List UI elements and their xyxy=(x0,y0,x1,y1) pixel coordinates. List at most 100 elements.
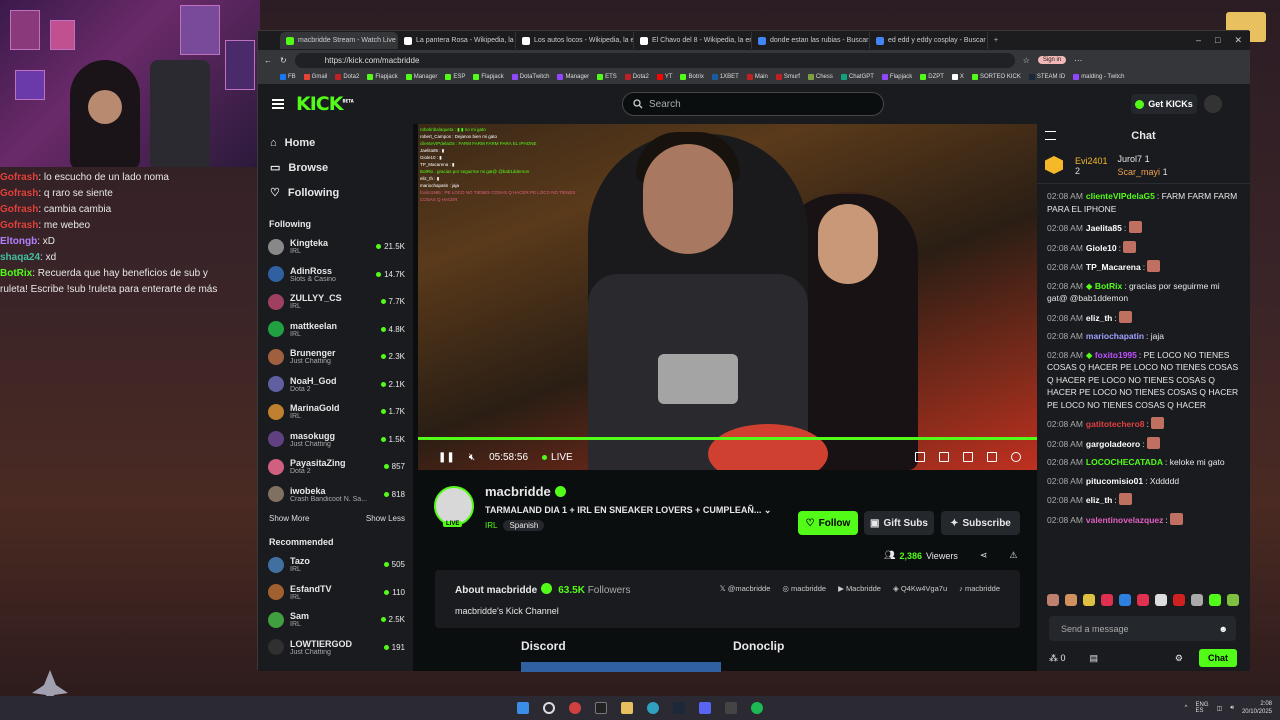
windows-start-icon[interactable] xyxy=(517,702,529,714)
sidebar-channel[interactable]: mattkeelan IRL 4.8K xyxy=(258,316,413,344)
tiktok-link[interactable]: ♪ macbridde xyxy=(959,584,1000,593)
points-icon[interactable]: ⁂ 0 xyxy=(1049,653,1066,664)
new-tab-icon[interactable]: + xyxy=(994,37,998,44)
sidebar-channel[interactable]: AdinRoss Slots & Casino 14.7K xyxy=(258,261,413,289)
discord-link[interactable]: ◈ Q4Kw4Vga7u xyxy=(893,584,947,593)
gift-subs-button[interactable]: ▣ Gift Subs xyxy=(864,511,934,535)
show-more-button[interactable]: Show More xyxy=(269,514,309,523)
close-window-icon[interactable]: ✕ xyxy=(1234,35,1242,46)
steam-icon[interactable] xyxy=(673,702,685,714)
bookmark-item[interactable]: X xyxy=(951,74,964,80)
emote-icon[interactable] xyxy=(1227,594,1239,606)
star-icon[interactable]: ☆ xyxy=(1023,56,1030,65)
instagram-link[interactable]: ◎ macbridde xyxy=(782,584,826,593)
sidebar-channel[interactable]: Tazo IRL 505 xyxy=(258,551,413,579)
bookmark-item[interactable]: DZPT xyxy=(920,74,944,80)
url-field[interactable]: https://kick.com/macbridde xyxy=(294,52,1015,68)
emote-icon[interactable] xyxy=(1209,594,1221,606)
browser-tab[interactable]: ed edd y eddy cosplay - Buscar c✕ xyxy=(870,32,988,49)
emote-icon[interactable] xyxy=(1047,594,1059,606)
browser-tab[interactable]: La pantera Rosa - Wikipedia, la e✕ xyxy=(398,32,516,49)
sidebar-channel[interactable]: Kingteka IRL 21.5K xyxy=(258,233,413,261)
bookmark-item[interactable]: Botrix xyxy=(680,74,704,80)
chat-username[interactable]: pitucomisio01 xyxy=(1086,476,1143,486)
bookmark-item[interactable]: SORTEO KICK xyxy=(971,74,1021,80)
browser-tab[interactable]: Los autos locos - Wikipedia, la e✕ xyxy=(516,32,634,49)
bookmark-item[interactable]: 1XBET xyxy=(711,74,739,80)
app-icon[interactable] xyxy=(595,702,607,714)
sidebar-channel[interactable]: MarinaGold IRL 1.7K xyxy=(258,398,413,426)
bookmark-item[interactable]: FB xyxy=(280,74,296,80)
app-icon[interactable] xyxy=(725,702,737,714)
spotify-icon[interactable] xyxy=(751,702,763,714)
sidebar-channel[interactable]: masokugg Just Chatting 1.5K xyxy=(258,426,413,454)
edge-icon[interactable] xyxy=(647,702,659,714)
browser-tab[interactable]: donde estan las rubias - Buscar c✕ xyxy=(752,32,870,49)
kick-logo[interactable]: KICKBETA xyxy=(296,93,354,115)
back-icon[interactable]: ← xyxy=(264,56,272,65)
chat-username[interactable]: gargoladeoro xyxy=(1086,439,1140,449)
fullscreen-icon[interactable] xyxy=(987,452,997,462)
browser-tab[interactable]: macbridde Stream - Watch Live o✕ xyxy=(280,32,398,49)
menu-hamburger-icon[interactable] xyxy=(272,99,284,109)
file-explorer-icon[interactable] xyxy=(621,702,633,714)
clock[interactable]: 2:08 20/10/2025 xyxy=(1242,700,1272,716)
nav-following[interactable]: ♡ Following xyxy=(258,180,413,205)
bookmark-item[interactable]: Flapjack xyxy=(881,74,912,80)
maximize-icon[interactable]: □ xyxy=(1215,35,1220,46)
pause-icon[interactable]: ❚❚ xyxy=(438,452,455,463)
signin-button[interactable]: Sign in xyxy=(1037,56,1067,64)
bookmark-item[interactable]: STEAM ID xyxy=(1028,74,1065,80)
network-icon[interactable]: ◫ xyxy=(1217,705,1223,712)
bookmark-item[interactable]: malding - Twitch xyxy=(1073,74,1124,80)
emote-icon[interactable] xyxy=(1155,594,1167,606)
x-link[interactable]: 𝕏 @macbridde xyxy=(720,584,771,593)
chat-username[interactable]: TP_Macarena xyxy=(1086,262,1141,272)
chat-username[interactable]: gatitotechero8 xyxy=(1086,419,1145,429)
share-icon[interactable]: ⋖ xyxy=(980,550,988,561)
bookmark-item[interactable]: Gmail xyxy=(303,74,327,80)
emote-icon[interactable] xyxy=(1083,594,1095,606)
chat-message-input[interactable]: Send a message ☻ xyxy=(1049,616,1236,641)
clip-icon[interactable] xyxy=(939,452,949,462)
chat-username[interactable]: Jaelita85 xyxy=(1086,223,1122,233)
bookmark-item[interactable]: Smurf xyxy=(775,74,800,80)
streamer-name[interactable]: macbridde xyxy=(485,484,566,499)
bookmark-item[interactable]: ChatGPT xyxy=(840,74,874,80)
emote-icon[interactable] xyxy=(1065,594,1077,606)
sidebar-channel[interactable]: Brunenger Just Chatting 2.3K xyxy=(258,343,413,371)
bookmark-item[interactable]: Manager xyxy=(557,74,589,80)
chat-username[interactable]: eliz_th xyxy=(1086,495,1112,505)
menu-icon[interactable]: ⋯ xyxy=(1074,56,1082,65)
video-player[interactable]: robotinbalaqueta : ▮ ▮ no mi gato robert… xyxy=(418,124,1037,470)
chat-username[interactable]: Giole10 xyxy=(1086,243,1117,253)
bookmark-item[interactable]: ETS xyxy=(597,74,617,80)
bookmark-item[interactable]: Flapjack xyxy=(367,74,398,80)
bookmark-item[interactable]: DotaTwitch xyxy=(511,74,549,80)
bookmark-item[interactable]: Chess xyxy=(807,74,833,80)
mute-icon[interactable]: 🔇︎ xyxy=(469,452,475,463)
show-less-button[interactable]: Show Less xyxy=(366,514,405,523)
chat-username[interactable]: valentinovelazquez xyxy=(1086,515,1163,525)
get-kicks-button[interactable]: Get KICKs xyxy=(1131,94,1197,114)
chat-username[interactable]: BotRix xyxy=(1095,281,1122,291)
search-input[interactable]: Search xyxy=(622,92,884,116)
chevron-up-icon[interactable]: ^ xyxy=(1185,705,1188,711)
emote-icon[interactable] xyxy=(1173,594,1185,606)
pip-icon[interactable] xyxy=(915,452,925,462)
streamer-avatar[interactable] xyxy=(434,486,474,526)
lang-indicator[interactable]: ENG ES xyxy=(1196,702,1209,714)
sidebar-channel[interactable]: PayasitaZing Dota 2 857 xyxy=(258,453,413,481)
discord-icon[interactable] xyxy=(699,702,711,714)
sidebar-channel[interactable]: LOWTIERGOD Just Chatting 191 xyxy=(258,634,413,662)
chat-username[interactable]: clienteVIPdelaG5 xyxy=(1086,191,1155,201)
emote-icon[interactable] xyxy=(1119,594,1131,606)
language-tag[interactable]: Spanish xyxy=(503,520,545,531)
youtube-link[interactable]: ▶ Macbridde xyxy=(838,584,881,593)
sidebar-channel[interactable]: iwobeka Crash Bandicoot N. Sa... 818 xyxy=(258,481,413,509)
sidebar-channel[interactable]: Sam IRL 2.5K xyxy=(258,606,413,634)
chat-username[interactable]: mariochapatin xyxy=(1086,331,1144,341)
leader-1[interactable]: Evi2401 2 xyxy=(1075,156,1108,176)
settings-icon[interactable] xyxy=(1011,452,1021,462)
send-chat-button[interactable]: Chat xyxy=(1199,649,1237,667)
